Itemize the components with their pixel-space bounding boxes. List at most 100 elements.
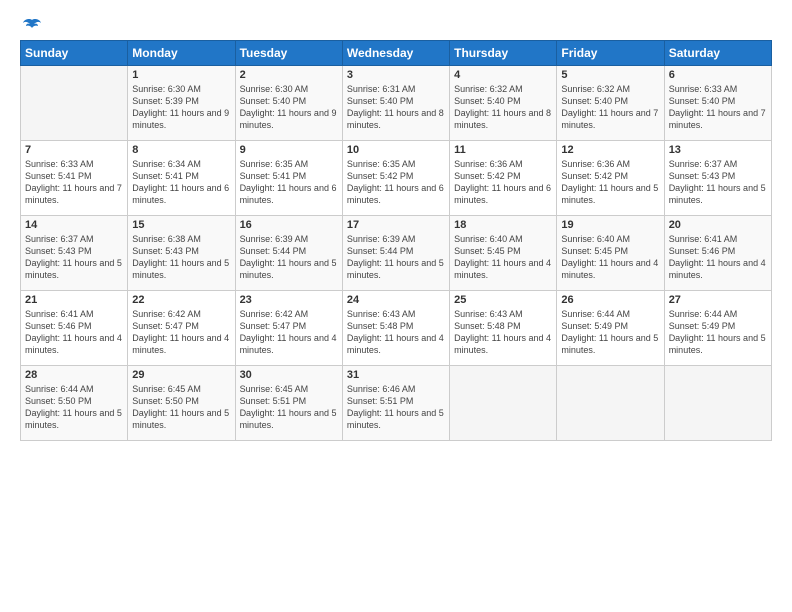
day-number: 7 xyxy=(25,144,123,156)
calendar-day-cell: 25 Sunrise: 6:43 AMSunset: 5:48 PMDayligh… xyxy=(450,291,557,366)
calendar-day-cell: 29 Sunrise: 6:45 AMSunset: 5:50 PMDayligh… xyxy=(128,366,235,441)
day-number: 30 xyxy=(240,369,338,381)
day-number: 6 xyxy=(669,69,767,81)
day-number: 17 xyxy=(347,219,445,231)
logo xyxy=(20,18,42,32)
day-info: Sunrise: 6:42 AMSunset: 5:47 PMDaylight:… xyxy=(240,308,338,357)
day-number: 27 xyxy=(669,294,767,306)
day-of-week-header: Sunday xyxy=(21,41,128,66)
calendar-day-cell: 22Sunrise: 6:42 AMSunset: 5:47 PMDayligh… xyxy=(128,291,235,366)
calendar-week-row: 28Sunrise: 6:44 AMSunset: 5:50 PMDayligh… xyxy=(21,366,772,441)
day-info: Sunrise: 6:46 AMSunset: 5:51 PMDaylight:… xyxy=(347,383,445,432)
day-number: 11 xyxy=(454,144,552,156)
calendar-day-cell: 16Sunrise: 6:39 AMSunset: 5:44 PMDayligh… xyxy=(235,216,342,291)
calendar-day-cell xyxy=(664,366,771,441)
calendar-day-cell: 12 Sunrise: 6:36 AMSunset: 5:42 PMDayligh… xyxy=(557,141,664,216)
calendar-day-cell: 4 Sunrise: 6:32 AMSunset: 5:40 PMDaylight… xyxy=(450,66,557,141)
day-info: Sunrise: 6:41 AMSunset: 5:46 PMDaylight:… xyxy=(25,308,123,357)
day-info: Sunrise: 6:30 AMSunset: 5:39 PMDaylight:… xyxy=(132,83,230,132)
day-number: 13 xyxy=(669,144,767,156)
calendar-day-cell: 2 Sunrise: 6:30 AMSunset: 5:40 PMDaylight… xyxy=(235,66,342,141)
day-info: Sunrise: 6:37 AMSunset: 5:43 PMDaylight:… xyxy=(669,158,767,207)
day-info: Sunrise: 6:36 AMSunset: 5:42 PMDaylight:… xyxy=(454,158,552,207)
day-number: 4 xyxy=(454,69,552,81)
day-number: 1 xyxy=(132,69,230,81)
day-number: 26 xyxy=(561,294,659,306)
calendar-day-cell: 19Sunrise: 6:40 AMSunset: 5:45 PMDayligh… xyxy=(557,216,664,291)
calendar-day-cell: 24 Sunrise: 6:43 AMSunset: 5:48 PMDayligh… xyxy=(342,291,449,366)
day-of-week-header: Tuesday xyxy=(235,41,342,66)
day-info: Sunrise: 6:37 AMSunset: 5:43 PMDaylight:… xyxy=(25,233,123,282)
day-number: 16 xyxy=(240,219,338,231)
day-number: 19 xyxy=(561,219,659,231)
day-info: Sunrise: 6:43 AMSunset: 5:48 PMDaylight:… xyxy=(454,308,552,357)
calendar-day-cell: 13 Sunrise: 6:37 AMSunset: 5:43 PMDayligh… xyxy=(664,141,771,216)
calendar-day-cell: 28Sunrise: 6:44 AMSunset: 5:50 PMDayligh… xyxy=(21,366,128,441)
day-number: 18 xyxy=(454,219,552,231)
day-info: Sunrise: 6:33 AMSunset: 5:41 PMDaylight:… xyxy=(25,158,123,207)
calendar-day-cell: 15 Sunrise: 6:38 AMSunset: 5:43 PMDayligh… xyxy=(128,216,235,291)
calendar-day-cell: 6 Sunrise: 6:33 AMSunset: 5:40 PMDaylight… xyxy=(664,66,771,141)
calendar-day-cell xyxy=(450,366,557,441)
day-info: Sunrise: 6:32 AMSunset: 5:40 PMDaylight:… xyxy=(454,83,552,132)
calendar-week-row: 21Sunrise: 6:41 AMSunset: 5:46 PMDayligh… xyxy=(21,291,772,366)
calendar-day-cell: 10Sunrise: 6:35 AMSunset: 5:42 PMDayligh… xyxy=(342,141,449,216)
calendar-day-cell: 18 Sunrise: 6:40 AMSunset: 5:45 PMDayligh… xyxy=(450,216,557,291)
day-info: Sunrise: 6:35 AMSunset: 5:41 PMDaylight:… xyxy=(240,158,338,207)
day-number: 3 xyxy=(347,69,445,81)
calendar-day-cell xyxy=(557,366,664,441)
day-number: 23 xyxy=(240,294,338,306)
calendar-week-row: 14 Sunrise: 6:37 AMSunset: 5:43 PMDayligh… xyxy=(21,216,772,291)
calendar-day-cell: 23 Sunrise: 6:42 AMSunset: 5:47 PMDayligh… xyxy=(235,291,342,366)
calendar-day-cell: 11 Sunrise: 6:36 AMSunset: 5:42 PMDayligh… xyxy=(450,141,557,216)
day-info: Sunrise: 6:41 AMSunset: 5:46 PMDaylight:… xyxy=(669,233,767,282)
calendar-day-cell: 8Sunrise: 6:34 AMSunset: 5:41 PMDaylight… xyxy=(128,141,235,216)
calendar-page: SundayMondayTuesdayWednesdayThursdayFrid… xyxy=(0,0,792,612)
day-number: 12 xyxy=(561,144,659,156)
day-info: Sunrise: 6:40 AMSunset: 5:45 PMDaylight:… xyxy=(454,233,552,282)
calendar-day-cell: 20 Sunrise: 6:41 AMSunset: 5:46 PMDayligh… xyxy=(664,216,771,291)
day-number: 28 xyxy=(25,369,123,381)
day-info: Sunrise: 6:33 AMSunset: 5:40 PMDaylight:… xyxy=(669,83,767,132)
calendar-day-cell: 1 Sunrise: 6:30 AMSunset: 5:39 PMDaylight… xyxy=(128,66,235,141)
calendar-day-cell: 9 Sunrise: 6:35 AMSunset: 5:41 PMDaylight… xyxy=(235,141,342,216)
day-info: Sunrise: 6:30 AMSunset: 5:40 PMDaylight:… xyxy=(240,83,338,132)
calendar-day-cell: 7 Sunrise: 6:33 AMSunset: 5:41 PMDaylight… xyxy=(21,141,128,216)
calendar-day-cell: 26Sunrise: 6:44 AMSunset: 5:49 PMDayligh… xyxy=(557,291,664,366)
calendar-day-cell: 5 Sunrise: 6:32 AMSunset: 5:40 PMDaylight… xyxy=(557,66,664,141)
day-of-week-header: Monday xyxy=(128,41,235,66)
day-number: 20 xyxy=(669,219,767,231)
day-number: 24 xyxy=(347,294,445,306)
day-info: Sunrise: 6:32 AMSunset: 5:40 PMDaylight:… xyxy=(561,83,659,132)
calendar-day-cell: 27 Sunrise: 6:44 AMSunset: 5:49 PMDayligh… xyxy=(664,291,771,366)
day-number: 15 xyxy=(132,219,230,231)
calendar-day-cell: 30Sunrise: 6:45 AMSunset: 5:51 PMDayligh… xyxy=(235,366,342,441)
day-of-week-header: Thursday xyxy=(450,41,557,66)
day-info: Sunrise: 6:39 AMSunset: 5:44 PMDaylight:… xyxy=(347,233,445,282)
day-info: Sunrise: 6:38 AMSunset: 5:43 PMDaylight:… xyxy=(132,233,230,282)
day-number: 22 xyxy=(132,294,230,306)
day-number: 9 xyxy=(240,144,338,156)
calendar-day-cell xyxy=(21,66,128,141)
day-of-week-header: Saturday xyxy=(664,41,771,66)
day-number: 5 xyxy=(561,69,659,81)
calendar-day-cell: 17 Sunrise: 6:39 AMSunset: 5:44 PMDayligh… xyxy=(342,216,449,291)
day-of-week-header: Friday xyxy=(557,41,664,66)
day-number: 14 xyxy=(25,219,123,231)
day-info: Sunrise: 6:36 AMSunset: 5:42 PMDaylight:… xyxy=(561,158,659,207)
day-number: 2 xyxy=(240,69,338,81)
header xyxy=(20,18,772,32)
day-number: 29 xyxy=(132,369,230,381)
calendar-week-row: 7 Sunrise: 6:33 AMSunset: 5:41 PMDaylight… xyxy=(21,141,772,216)
day-number: 8 xyxy=(132,144,230,156)
logo-bird-icon xyxy=(22,18,42,34)
day-number: 25 xyxy=(454,294,552,306)
calendar-week-row: 1 Sunrise: 6:30 AMSunset: 5:39 PMDaylight… xyxy=(21,66,772,141)
calendar-table: SundayMondayTuesdayWednesdayThursdayFrid… xyxy=(20,40,772,441)
calendar-header-row: SundayMondayTuesdayWednesdayThursdayFrid… xyxy=(21,41,772,66)
day-info: Sunrise: 6:43 AMSunset: 5:48 PMDaylight:… xyxy=(347,308,445,357)
day-info: Sunrise: 6:44 AMSunset: 5:49 PMDaylight:… xyxy=(669,308,767,357)
day-number: 10 xyxy=(347,144,445,156)
day-info: Sunrise: 6:45 AMSunset: 5:50 PMDaylight:… xyxy=(132,383,230,432)
calendar-day-cell: 21Sunrise: 6:41 AMSunset: 5:46 PMDayligh… xyxy=(21,291,128,366)
